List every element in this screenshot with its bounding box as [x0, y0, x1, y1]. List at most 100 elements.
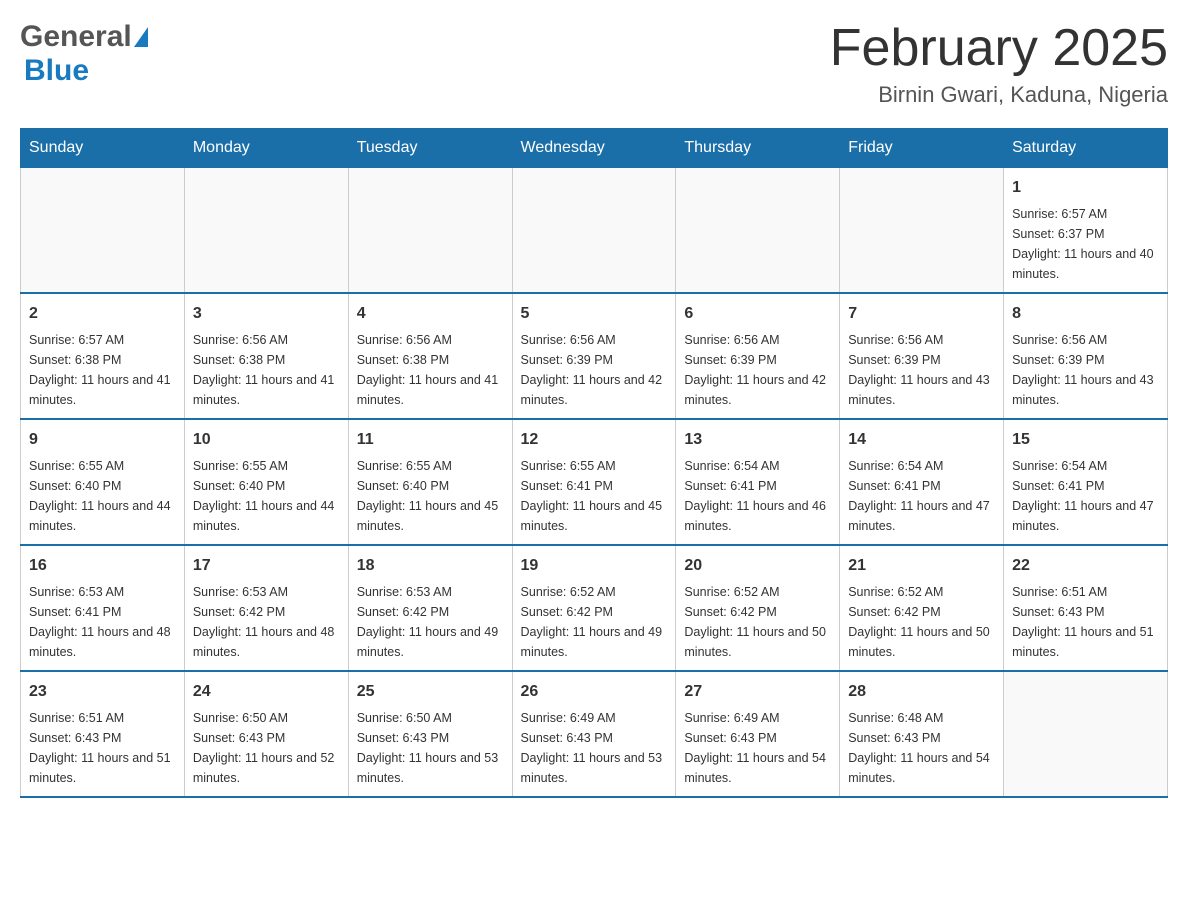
calendar-cell: 21 Sunrise: 6:52 AM Sunset: 6:42 PM Dayli… — [840, 545, 1004, 671]
day-info: Sunrise: 6:55 AM Sunset: 6:40 PM Dayligh… — [357, 456, 504, 536]
day-info: Sunrise: 6:53 AM Sunset: 6:42 PM Dayligh… — [357, 582, 504, 662]
calendar-cell: 22 Sunrise: 6:51 AM Sunset: 6:43 PM Dayli… — [1004, 545, 1168, 671]
day-number: 25 — [357, 680, 504, 704]
calendar-cell: 5 Sunrise: 6:56 AM Sunset: 6:39 PM Daylig… — [512, 293, 676, 419]
calendar-cell — [676, 168, 840, 294]
day-info: Sunrise: 6:56 AM Sunset: 6:38 PM Dayligh… — [357, 330, 504, 410]
day-number: 19 — [521, 554, 668, 578]
day-info: Sunrise: 6:48 AM Sunset: 6:43 PM Dayligh… — [848, 708, 995, 788]
calendar-cell: 10 Sunrise: 6:55 AM Sunset: 6:40 PM Dayli… — [184, 419, 348, 545]
day-info: Sunrise: 6:57 AM Sunset: 6:38 PM Dayligh… — [29, 330, 176, 410]
day-info: Sunrise: 6:53 AM Sunset: 6:42 PM Dayligh… — [193, 582, 340, 662]
day-info: Sunrise: 6:55 AM Sunset: 6:40 PM Dayligh… — [29, 456, 176, 536]
calendar-cell: 1 Sunrise: 6:57 AM Sunset: 6:37 PM Daylig… — [1004, 168, 1168, 294]
logo-blue-text: Blue — [24, 54, 89, 87]
calendar-cell: 19 Sunrise: 6:52 AM Sunset: 6:42 PM Dayli… — [512, 545, 676, 671]
day-info: Sunrise: 6:50 AM Sunset: 6:43 PM Dayligh… — [357, 708, 504, 788]
day-number: 26 — [521, 680, 668, 704]
calendar-week-row: 1 Sunrise: 6:57 AM Sunset: 6:37 PM Daylig… — [21, 168, 1168, 294]
calendar-table: SundayMondayTuesdayWednesdayThursdayFrid… — [20, 128, 1168, 798]
calendar-cell: 9 Sunrise: 6:55 AM Sunset: 6:40 PM Daylig… — [21, 419, 185, 545]
day-number: 9 — [29, 428, 176, 452]
day-info: Sunrise: 6:56 AM Sunset: 6:39 PM Dayligh… — [1012, 330, 1159, 410]
day-info: Sunrise: 6:54 AM Sunset: 6:41 PM Dayligh… — [1012, 456, 1159, 536]
calendar-cell — [1004, 671, 1168, 797]
day-number: 7 — [848, 302, 995, 326]
day-number: 18 — [357, 554, 504, 578]
calendar-header-friday: Friday — [840, 129, 1004, 168]
day-info: Sunrise: 6:54 AM Sunset: 6:41 PM Dayligh… — [684, 456, 831, 536]
logo: General Blue — [20, 20, 150, 88]
day-number: 22 — [1012, 554, 1159, 578]
day-info: Sunrise: 6:54 AM Sunset: 6:41 PM Dayligh… — [848, 456, 995, 536]
day-info: Sunrise: 6:49 AM Sunset: 6:43 PM Dayligh… — [521, 708, 668, 788]
calendar-cell: 20Sunrise: 6:52 AM Sunset: 6:42 PM Dayli… — [676, 545, 840, 671]
calendar-cell: 16 Sunrise: 6:53 AM Sunset: 6:41 PM Dayli… — [21, 545, 185, 671]
day-number: 13 — [684, 428, 831, 452]
calendar-cell: 17 Sunrise: 6:53 AM Sunset: 6:42 PM Dayli… — [184, 545, 348, 671]
calendar-cell — [184, 168, 348, 294]
day-number: 2 — [29, 302, 176, 326]
calendar-cell: 11 Sunrise: 6:55 AM Sunset: 6:40 PM Dayli… — [348, 419, 512, 545]
calendar-cell: 2 Sunrise: 6:57 AM Sunset: 6:38 PM Daylig… — [21, 293, 185, 419]
calendar-cell: 7 Sunrise: 6:56 AM Sunset: 6:39 PM Daylig… — [840, 293, 1004, 419]
day-number: 28 — [848, 680, 995, 704]
calendar-cell: 24Sunrise: 6:50 AM Sunset: 6:43 PM Dayli… — [184, 671, 348, 797]
day-number: 10 — [193, 428, 340, 452]
day-info: Sunrise: 6:52 AM Sunset: 6:42 PM Dayligh… — [684, 582, 831, 662]
day-number: 11 — [357, 428, 504, 452]
calendar-header-monday: Monday — [184, 129, 348, 168]
calendar-header-row: SundayMondayTuesdayWednesdayThursdayFrid… — [21, 129, 1168, 168]
calendar-cell: 13 Sunrise: 6:54 AM Sunset: 6:41 PM Dayli… — [676, 419, 840, 545]
calendar-header-sunday: Sunday — [21, 129, 185, 168]
day-number: 16 — [29, 554, 176, 578]
day-info: Sunrise: 6:51 AM Sunset: 6:43 PM Dayligh… — [1012, 582, 1159, 662]
location-title: Birnin Gwari, Kaduna, Nigeria — [830, 82, 1168, 108]
logo-general-text: General — [20, 20, 132, 54]
day-number: 14 — [848, 428, 995, 452]
day-number: 24 — [193, 680, 340, 704]
day-number: 15 — [1012, 428, 1159, 452]
day-info: Sunrise: 6:56 AM Sunset: 6:38 PM Dayligh… — [193, 330, 340, 410]
day-number: 1 — [1012, 176, 1159, 200]
calendar-cell: 12 Sunrise: 6:55 AM Sunset: 6:41 PM Dayli… — [512, 419, 676, 545]
calendar-cell: 25 Sunrise: 6:50 AM Sunset: 6:43 PM Dayli… — [348, 671, 512, 797]
day-number: 27 — [684, 680, 831, 704]
day-number: 17 — [193, 554, 340, 578]
calendar-cell: 27Sunrise: 6:49 AM Sunset: 6:43 PM Dayli… — [676, 671, 840, 797]
day-number: 8 — [1012, 302, 1159, 326]
calendar-cell: 3 Sunrise: 6:56 AM Sunset: 6:38 PM Daylig… — [184, 293, 348, 419]
calendar-week-row: 2 Sunrise: 6:57 AM Sunset: 6:38 PM Daylig… — [21, 293, 1168, 419]
calendar-cell: 8 Sunrise: 6:56 AM Sunset: 6:39 PM Daylig… — [1004, 293, 1168, 419]
month-title: February 2025 — [830, 20, 1168, 77]
day-info: Sunrise: 6:57 AM Sunset: 6:37 PM Dayligh… — [1012, 204, 1159, 284]
day-number: 4 — [357, 302, 504, 326]
calendar-week-row: 9 Sunrise: 6:55 AM Sunset: 6:40 PM Daylig… — [21, 419, 1168, 545]
calendar-cell: 14 Sunrise: 6:54 AM Sunset: 6:41 PM Dayli… — [840, 419, 1004, 545]
calendar-cell — [512, 168, 676, 294]
calendar-cell — [348, 168, 512, 294]
page-header: General Blue February 2025 Birnin Gwari,… — [20, 20, 1168, 108]
day-info: Sunrise: 6:52 AM Sunset: 6:42 PM Dayligh… — [848, 582, 995, 662]
day-number: 3 — [193, 302, 340, 326]
day-info: Sunrise: 6:56 AM Sunset: 6:39 PM Dayligh… — [848, 330, 995, 410]
calendar-cell: 18 Sunrise: 6:53 AM Sunset: 6:42 PM Dayli… — [348, 545, 512, 671]
calendar-cell: 26 Sunrise: 6:49 AM Sunset: 6:43 PM Dayli… — [512, 671, 676, 797]
logo-arrow-icon — [134, 27, 148, 47]
day-info: Sunrise: 6:53 AM Sunset: 6:41 PM Dayligh… — [29, 582, 176, 662]
day-info: Sunrise: 6:56 AM Sunset: 6:39 PM Dayligh… — [521, 330, 668, 410]
calendar-cell: 23Sunrise: 6:51 AM Sunset: 6:43 PM Dayli… — [21, 671, 185, 797]
day-number: 5 — [521, 302, 668, 326]
day-info: Sunrise: 6:55 AM Sunset: 6:41 PM Dayligh… — [521, 456, 668, 536]
day-number: 21 — [848, 554, 995, 578]
calendar-cell: 6Sunrise: 6:56 AM Sunset: 6:39 PM Daylig… — [676, 293, 840, 419]
calendar-header-wednesday: Wednesday — [512, 129, 676, 168]
calendar-week-row: 23Sunrise: 6:51 AM Sunset: 6:43 PM Dayli… — [21, 671, 1168, 797]
calendar-cell: 15 Sunrise: 6:54 AM Sunset: 6:41 PM Dayli… — [1004, 419, 1168, 545]
day-info: Sunrise: 6:55 AM Sunset: 6:40 PM Dayligh… — [193, 456, 340, 536]
calendar-week-row: 16 Sunrise: 6:53 AM Sunset: 6:41 PM Dayli… — [21, 545, 1168, 671]
calendar-header-thursday: Thursday — [676, 129, 840, 168]
day-info: Sunrise: 6:52 AM Sunset: 6:42 PM Dayligh… — [521, 582, 668, 662]
calendar-cell — [840, 168, 1004, 294]
day-number: 12 — [521, 428, 668, 452]
